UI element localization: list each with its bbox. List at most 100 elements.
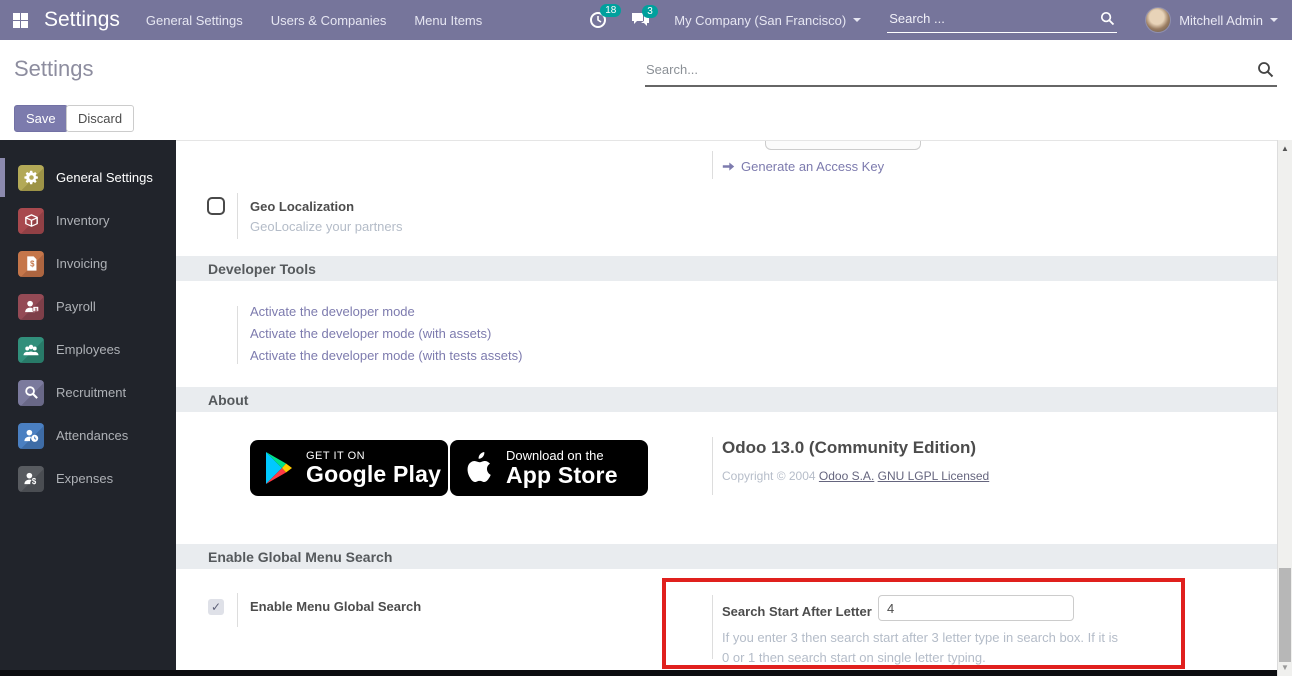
activate-dev-mode-tests-link[interactable]: Activate the developer mode (with tests … bbox=[250, 348, 522, 363]
scroll-down-arrow-icon[interactable]: ▼ bbox=[1278, 663, 1292, 672]
employees-icon bbox=[18, 337, 44, 363]
page-title: Settings bbox=[14, 56, 94, 82]
messages-badge: 3 bbox=[642, 5, 658, 18]
sidebar-item-inventory[interactable]: Inventory bbox=[0, 199, 176, 242]
odoo-sa-link[interactable]: Odoo S.A. bbox=[819, 469, 874, 483]
copyright-line: Copyright © 2004 Odoo S.A. GNU LGPL Lice… bbox=[722, 469, 989, 483]
generate-access-key-link[interactable]: Generate an Access Key bbox=[722, 159, 884, 174]
nav-menu: General Settings Users & Companies Menu … bbox=[146, 13, 482, 28]
save-button[interactable]: Save bbox=[14, 105, 68, 132]
box-icon bbox=[18, 208, 44, 234]
gear-icon bbox=[18, 165, 44, 191]
invoice-icon: $ bbox=[18, 251, 44, 277]
sidebar-item-label: Invoicing bbox=[56, 256, 107, 271]
company-name: My Company (San Francisco) bbox=[674, 13, 846, 28]
sidebar-item-label: Payroll bbox=[56, 299, 96, 314]
activities-badge: 18 bbox=[600, 4, 621, 17]
nav-item-menu-items[interactable]: Menu Items bbox=[414, 13, 482, 28]
sidebar-item-label: Employees bbox=[56, 342, 120, 357]
highlighted-region: Search Start After Letter If you enter 3… bbox=[662, 578, 1185, 669]
settings-form: Generate an Access Key Geo Localization … bbox=[176, 140, 1277, 670]
section-header-about: About bbox=[176, 387, 1277, 412]
divider bbox=[712, 595, 713, 659]
search-icon[interactable] bbox=[1100, 11, 1115, 26]
discard-button[interactable]: Discard bbox=[66, 105, 134, 132]
odoo-version: Odoo 13.0 (Community Edition) bbox=[722, 438, 976, 458]
control-panel: Settings Save Discard bbox=[0, 40, 1292, 140]
sidebar-item-payroll[interactable]: $ Payroll bbox=[0, 285, 176, 328]
sidebar-item-label: Attendances bbox=[56, 428, 128, 443]
enable-menu-global-search-label[interactable]: Enable Menu Global Search bbox=[250, 599, 421, 614]
navbar-search-input[interactable] bbox=[887, 7, 1117, 33]
sidebar-item-label: Recruitment bbox=[56, 385, 126, 400]
svg-text:$: $ bbox=[30, 259, 35, 268]
geo-localization-title[interactable]: Geo Localization bbox=[250, 199, 354, 214]
help-text-line1: If you enter 3 then search start after 3… bbox=[722, 630, 1118, 645]
svg-text:$: $ bbox=[34, 307, 37, 313]
sidebar-item-expenses[interactable]: $ Expenses bbox=[0, 457, 176, 500]
google-play-tagline: GET IT ON bbox=[306, 450, 441, 462]
sidebar-item-attendances[interactable]: Attendances bbox=[0, 414, 176, 457]
access-key-field-partial[interactable] bbox=[765, 141, 921, 150]
nav-item-general-settings[interactable]: General Settings bbox=[146, 13, 243, 28]
sidebar-item-employees[interactable]: Employees bbox=[0, 328, 176, 371]
google-play-label: Google Play bbox=[306, 462, 441, 487]
chevron-down-icon bbox=[1270, 18, 1278, 22]
search-start-after-letter-label: Search Start After Letter bbox=[722, 604, 872, 619]
geo-localization-subtitle: GeoLocalize your partners bbox=[250, 219, 402, 234]
activate-dev-mode-assets-link[interactable]: Activate the developer mode (with assets… bbox=[250, 326, 522, 341]
help-text-line2: 0 or 1 then search start on single lette… bbox=[722, 650, 986, 665]
vertical-scrollbar[interactable]: ▲ ▼ bbox=[1277, 140, 1292, 676]
app-store-tagline: Download on the bbox=[506, 448, 618, 463]
sidebar-item-label: Inventory bbox=[56, 213, 109, 228]
sidebar-item-label: Expenses bbox=[56, 471, 113, 486]
svg-text:$: $ bbox=[31, 477, 36, 486]
search-icon[interactable] bbox=[1257, 61, 1274, 78]
nav-item-users-companies[interactable]: Users & Companies bbox=[271, 13, 387, 28]
divider bbox=[237, 193, 238, 239]
divider bbox=[712, 151, 713, 179]
divider bbox=[237, 306, 238, 364]
bottom-bar bbox=[0, 670, 1277, 676]
activities-button[interactable]: 18 bbox=[589, 11, 607, 29]
apps-menu-button[interactable] bbox=[0, 0, 40, 40]
sidebar-item-recruitment[interactable]: Recruitment bbox=[0, 371, 176, 414]
google-play-badge[interactable]: GET IT ON Google Play bbox=[250, 440, 448, 496]
avatar[interactable] bbox=[1145, 7, 1171, 33]
activate-dev-mode-link[interactable]: Activate the developer mode bbox=[250, 304, 522, 319]
app-title[interactable]: Settings bbox=[44, 8, 120, 32]
magnifier-icon bbox=[18, 380, 44, 406]
sidebar-item-general-settings[interactable]: General Settings bbox=[0, 156, 176, 199]
apps-grid-icon bbox=[13, 13, 28, 28]
gnu-lgpl-link[interactable]: GNU LGPL Licensed bbox=[878, 469, 990, 483]
google-play-icon bbox=[264, 451, 294, 485]
expense-icon: $ bbox=[18, 466, 44, 492]
content-search bbox=[645, 58, 1277, 87]
messages-button[interactable]: 3 bbox=[631, 12, 650, 29]
attendance-icon bbox=[18, 423, 44, 449]
payroll-icon: $ bbox=[18, 294, 44, 320]
navbar-search bbox=[887, 7, 1117, 33]
scroll-up-arrow-icon[interactable]: ▲ bbox=[1278, 144, 1292, 153]
top-navbar: Settings General Settings Users & Compan… bbox=[0, 0, 1292, 40]
copyright-text: Copyright © 2004 bbox=[722, 469, 819, 483]
settings-sidebar: General Settings Inventory $ Invoicing $… bbox=[0, 140, 176, 670]
section-header-developer-tools: Developer Tools bbox=[176, 256, 1277, 281]
sidebar-item-invoicing[interactable]: $ Invoicing bbox=[0, 242, 176, 285]
divider bbox=[712, 437, 713, 495]
app-store-label: App Store bbox=[506, 463, 618, 488]
user-menu[interactable]: Mitchell Admin bbox=[1179, 13, 1278, 28]
generate-access-key-label: Generate an Access Key bbox=[741, 159, 884, 174]
arrow-right-icon bbox=[722, 160, 735, 173]
app-store-badge[interactable]: Download on the App Store bbox=[450, 440, 648, 496]
chevron-down-icon bbox=[853, 18, 861, 22]
apple-icon bbox=[464, 450, 494, 486]
user-name: Mitchell Admin bbox=[1179, 13, 1263, 28]
sidebar-item-label: General Settings bbox=[56, 170, 153, 185]
enable-menu-global-search-checkbox[interactable]: ✓ bbox=[208, 599, 224, 615]
company-switcher[interactable]: My Company (San Francisco) bbox=[674, 13, 861, 28]
content-search-input[interactable] bbox=[645, 58, 1277, 87]
search-start-after-letter-input[interactable] bbox=[878, 595, 1074, 621]
scrollbar-thumb[interactable] bbox=[1279, 568, 1291, 662]
geo-localization-checkbox[interactable] bbox=[207, 197, 225, 215]
